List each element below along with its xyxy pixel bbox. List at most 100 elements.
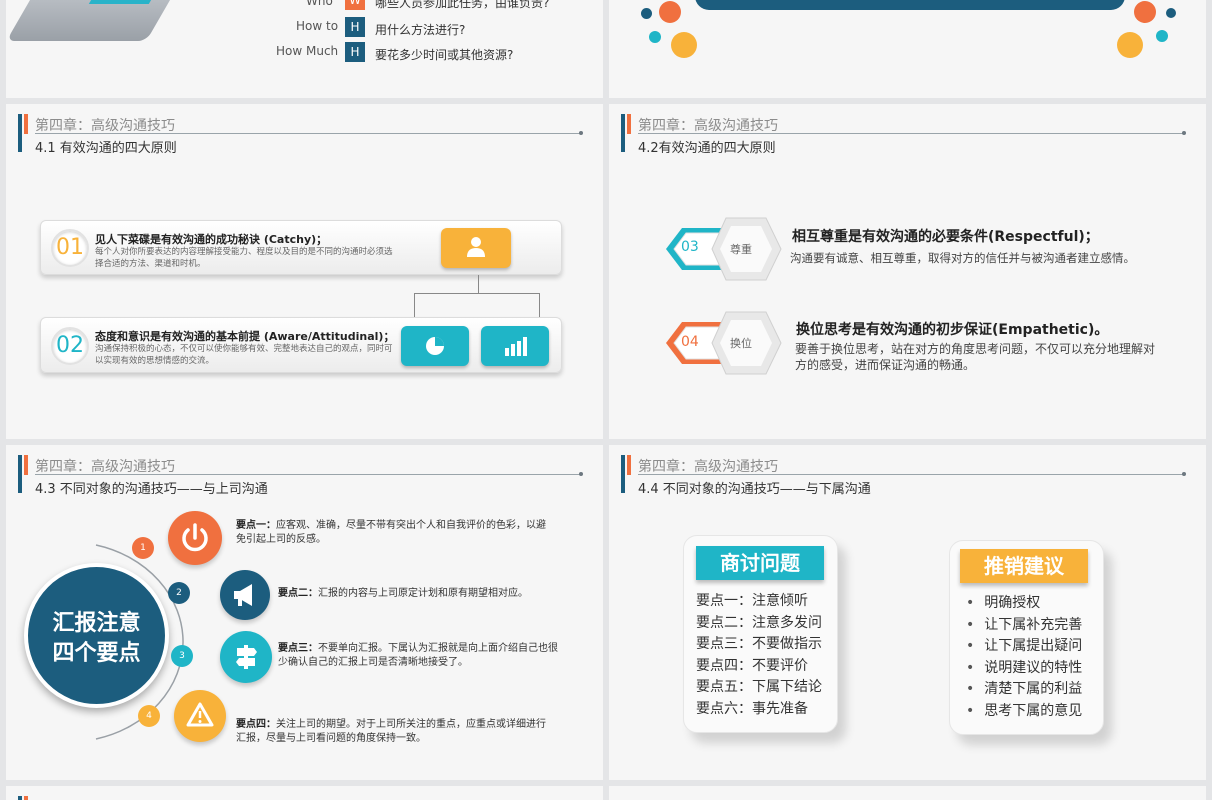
principle-title: 换位思考是有效沟通的初步保证(Empathetic)。 [796, 322, 1109, 338]
point-number: 2 [168, 582, 190, 604]
list-item: 让下属提出疑问 [966, 636, 1082, 658]
section-title: 4.2有效沟通的四大原则 [638, 141, 776, 156]
header-accent-bar [627, 455, 631, 475]
section-title: 4.3 不同对象的沟通技巧——与上司沟通 [35, 482, 268, 497]
connector-line [478, 275, 479, 293]
list-item: 清楚下属的利益 [966, 679, 1082, 701]
chapter-title: 第四章：高级沟通技巧 [638, 459, 778, 475]
slide-partial-bubbles[interactable] [609, 0, 1206, 98]
point-4-text: 要点四：关注上司的期望。对于上司所关注的重点，应重点或详细进行汇报，尽量与上司看… [236, 718, 546, 746]
list-item: 思考下属的意见 [966, 701, 1082, 723]
point-3-text: 要点三：不要单向汇报。下属认为汇报就是向上面介绍自己也很少确认自己的汇报上司是否… [278, 642, 558, 670]
list-item: 要点五：下属下结论 [696, 679, 822, 695]
hexagon-label: 尊重 [730, 243, 752, 256]
recommend-panel: 推销建议 明确授权 让下属补充完善 让下属提出疑问 说明建议的特性 清楚下属的利… [949, 540, 1104, 735]
point-key: 要点三： [278, 643, 318, 654]
center-title-line1: 汇报注意 [52, 611, 141, 636]
dot-decoration [649, 31, 661, 43]
panel-tag: 商讨问题 [696, 546, 824, 580]
card-number: 01 [51, 229, 89, 267]
header-divider [638, 472, 1186, 476]
card-title: 态度和意识是有效沟通的基本前提 (Aware/Attitudinal)； [95, 330, 395, 343]
recommend-list: 明确授权 让下属补充完善 让下属提出疑问 说明建议的特性 清楚下属的利益 思考下… [966, 593, 1082, 722]
principle-card-02: 02 态度和意识是有效沟通的基本前提 (Aware/Attitudinal)； … [40, 317, 562, 373]
section-title: 4.4 不同对象的沟通技巧——与下属沟通 [638, 482, 871, 497]
row-text-who: 哪些人员参加此任务，由谁负责? [375, 0, 550, 10]
list-item: 说明建议的特性 [966, 658, 1082, 680]
point-1-text: 要点一：应客观、准确，尽量不带有突出个人和自我评价的色彩，以避免引起上司的反感。 [236, 519, 546, 547]
bar-chart-icon [481, 326, 549, 366]
card-text: 沟通保持积极的心态，不仅可以使你能够有效、完整地表达自己的观点，同时可以实现有效… [95, 344, 393, 366]
point-number: 1 [132, 537, 154, 559]
row-label-who: Who [306, 0, 333, 8]
power-icon [168, 511, 222, 565]
header-accent-bar [621, 455, 625, 493]
row-label-how-to: How to [296, 19, 339, 33]
list-item: 要点一：注意倾听 [696, 593, 808, 609]
slide-4-3[interactable]: 第四章：高级沟通技巧 4.3 不同对象的沟通技巧——与上司沟通 汇报注意 四个要… [6, 445, 603, 780]
dot-decoration [1134, 1, 1156, 23]
card-title: 见人下菜碟是有效沟通的成功秘诀 (Catchy)； [95, 233, 328, 246]
card-number: 02 [51, 327, 89, 365]
slide-partial-bottom-left[interactable] [6, 786, 603, 800]
chapter-title: 第四章：高级沟通技巧 [35, 118, 175, 134]
principle-text: 要善于换位思考，站在对方的角度思考问题，不仅可以充分地理解对方的感受，进而保证沟… [795, 342, 1156, 372]
principle-card-01: 01 见人下菜碟是有效沟通的成功秘诀 (Catchy)； 每个人对你所要表达的内… [40, 220, 562, 275]
row-text-how-much: 要花多少时间或其他资源? [375, 48, 514, 62]
point-number: 3 [171, 645, 193, 667]
header-divider [638, 131, 1186, 135]
letter-box-h2: H [345, 42, 365, 62]
letter-box-w: W [345, 0, 365, 10]
header-accent-bar [24, 796, 28, 800]
warning-icon [174, 690, 226, 742]
chapter-title: 第四章：高级沟通技巧 [638, 118, 778, 134]
principle-text: 沟通要有诚意、相互尊重，取得对方的信任并与被沟通者建立感情。 [790, 251, 1135, 265]
header-accent-bar [18, 796, 22, 800]
header-accent-bar [627, 114, 631, 134]
point-key: 要点四： [236, 719, 276, 730]
list-item: 要点二：注意多发问 [696, 614, 822, 631]
connector-line [414, 293, 540, 294]
discuss-list: 要点一：注意倾听 要点二：注意多发问 要点三：不要做指示 要点四：不要评价 要点… [696, 591, 822, 720]
principle-title: 相互尊重是有效沟通的必要条件(Respectful)； [792, 229, 1099, 245]
slide-4-4[interactable]: 第四章：高级沟通技巧 4.4 不同对象的沟通技巧——与下属沟通 商讨问题 要点一… [609, 445, 1206, 780]
point-body: 汇报的内容与上司原定计划和原有期望相对应。 [318, 588, 528, 599]
pie-chart-icon [401, 326, 469, 366]
list-item: 要点三：不要做指示 [696, 636, 822, 652]
header-divider [35, 131, 583, 135]
signpost-icon [220, 631, 272, 683]
point-number: 4 [138, 705, 160, 727]
slide-partial-who-how[interactable]: Who W 哪些人员参加此任务，由谁负责? How to H 用什么方法进行? … [6, 0, 603, 98]
row-label-how-much: How Much [276, 44, 339, 58]
letter-box-h1: H [345, 17, 365, 37]
connector-line [539, 293, 540, 317]
banner-bar [695, 0, 1125, 10]
slide-grid: Who W 哪些人员参加此任务，由谁负责? How to H 用什么方法进行? … [0, 0, 1212, 800]
point-key: 要点二： [278, 588, 318, 599]
list-item: 明确授权 [966, 593, 1082, 615]
list-item: 要点六：事先准备 [696, 700, 808, 717]
point-2-text: 要点二：汇报的内容与上司原定计划和原有期望相对应。 [278, 587, 578, 601]
device-screen [88, 0, 160, 4]
discuss-panel: 商讨问题 要点一：注意倾听 要点二：注意多发问 要点三：不要做指示 要点四：不要… [683, 535, 838, 733]
list-item: 让下属补充完善 [966, 615, 1082, 637]
chapter-title: 第四章：高级沟通技巧 [35, 459, 175, 475]
slide-partial-bottom-right[interactable] [609, 786, 1206, 800]
header-accent-bar [18, 114, 22, 152]
dot-decoration [671, 32, 697, 58]
header-divider [35, 472, 583, 476]
point-body: 关注上司的期望。对于上司所关注的重点，应重点或详细进行汇报，尽量与上司看问题的角… [236, 719, 546, 744]
connector-line [414, 293, 415, 317]
list-item: 要点四：不要评价 [696, 657, 808, 674]
section-title: 4.1 有效沟通的四大原则 [35, 141, 177, 156]
point-key: 要点一： [236, 520, 276, 531]
card-text: 每个人对你所要表达的内容理解接受能力、程度以及目的是不同的沟通时必须选择合适的方… [95, 247, 393, 269]
point-body: 应客观、准确，尽量不带有突出个人和自我评价的色彩，以避免引起上司的反感。 [236, 520, 546, 545]
header-accent-bar [18, 455, 22, 493]
row-text-how-to: 用什么方法进行? [375, 23, 466, 37]
slide-4-1[interactable]: 第四章：高级沟通技巧 4.1 有效沟通的四大原则 01 见人下菜碟是有效沟通的成… [6, 104, 603, 439]
point-body: 不要单向汇报。下属认为汇报就是向上面介绍自己也很少确认自己的汇报上司是否清晰地接… [278, 643, 558, 668]
slide-4-2[interactable]: 第四章：高级沟通技巧 4.2有效沟通的四大原则 03 尊重 相互尊重是有效沟通的… [609, 104, 1206, 439]
dot-decoration [1156, 30, 1168, 42]
header-accent-bar [24, 455, 28, 475]
